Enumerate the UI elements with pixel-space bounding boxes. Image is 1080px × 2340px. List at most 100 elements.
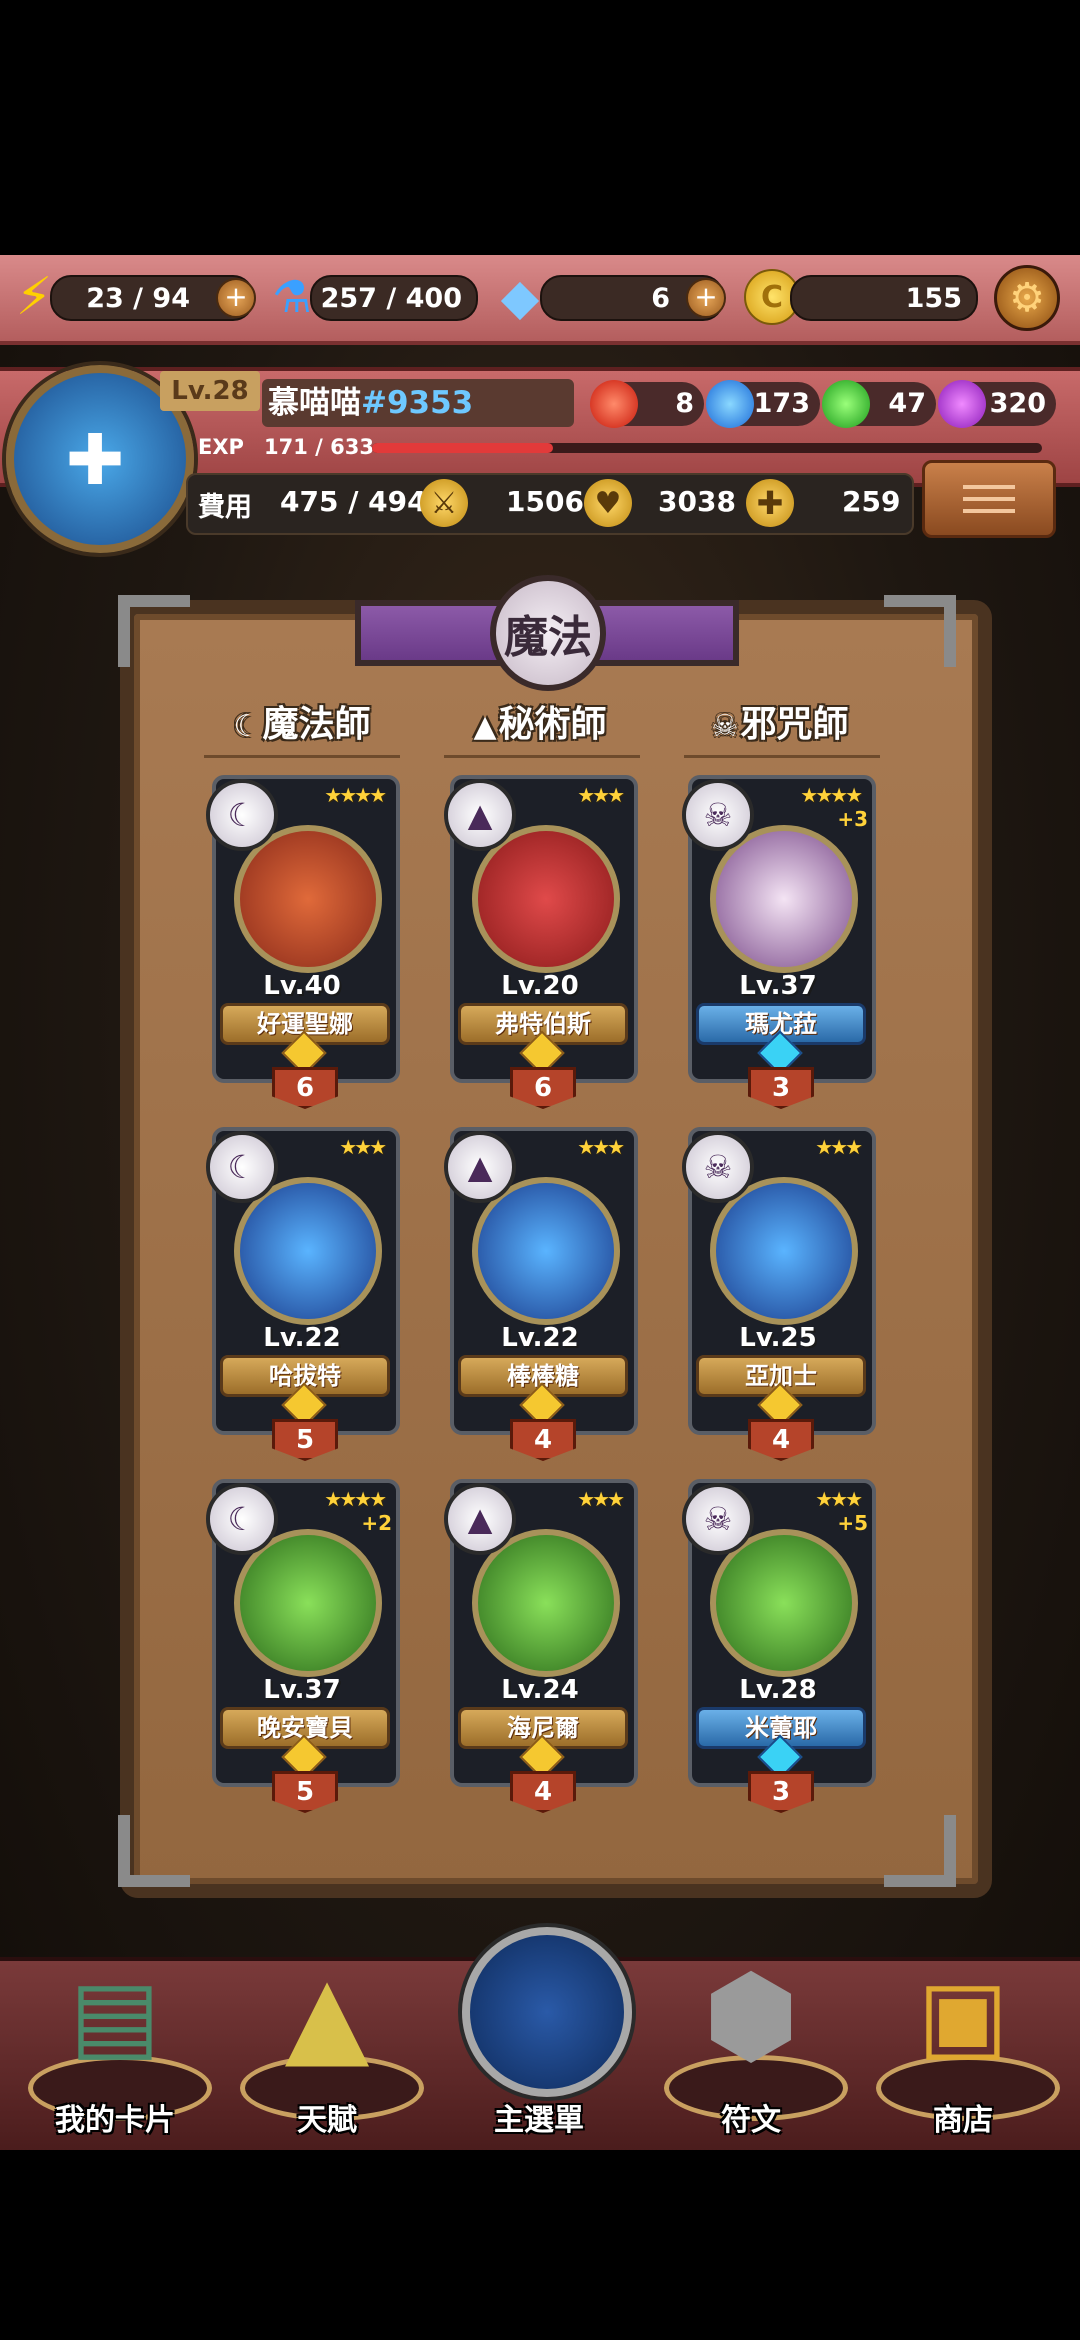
player-level: Lv.28	[160, 371, 260, 411]
column-divider	[204, 755, 400, 758]
fire-element-counter: 8	[590, 380, 704, 428]
panel-corner-top-left	[118, 595, 190, 667]
nav-runes[interactable]: ⬢ 符文	[656, 1945, 848, 2145]
player-tag: #9353	[361, 385, 474, 421]
skull-icon: ☠	[682, 1483, 754, 1555]
wizard-icon: ☾	[206, 1483, 278, 1555]
card-level: Lv.24	[501, 1675, 579, 1705]
nav-main-menu[interactable]: 主選單	[444, 1927, 634, 2145]
witch-hat-icon: ▲	[444, 1131, 516, 1203]
gold-counter: 155	[790, 275, 978, 321]
add-energy-button[interactable]: +	[216, 278, 256, 318]
settings-gear-icon[interactable]: ⚙	[994, 265, 1060, 331]
card-level: Lv.40	[263, 971, 341, 1001]
game-screen: ⚡ 23 / 94 + ⚗ 257 / 400 ◆ 6 + C 155 ⚙ ✚ …	[0, 255, 1080, 2150]
witch-hat-icon: ▲	[444, 779, 516, 851]
potion-value: 257 / 400	[320, 283, 462, 314]
hero-card[interactable]: ☠ ★★★★ +3 Lv.37 瑪尤菈 3	[680, 775, 876, 1109]
player-name: 慕喵喵	[268, 385, 361, 421]
nav-label: 商店	[933, 2103, 993, 2138]
hero-card[interactable]: ▲ ★★★ Lv.22 棒棒糖 4	[442, 1127, 638, 1461]
card-cost: 4	[510, 1771, 576, 1813]
hero-card[interactable]: ▲ ★★★ Lv.20 弗特伯斯 6	[442, 775, 638, 1109]
nav-label: 主選單	[494, 2103, 584, 2138]
card-level: Lv.22	[501, 1323, 579, 1353]
enhance-bonus: +3	[837, 807, 868, 831]
hero-card[interactable]: ☾ ★★★★ Lv.40 好運聖娜 6	[204, 775, 400, 1109]
hero-card[interactable]: ☾ ★★★ Lv.22 哈拔特 5	[204, 1127, 400, 1461]
nav-shop[interactable]: ▣ 商店	[868, 1945, 1060, 2145]
card-level: Lv.28	[739, 1675, 817, 1705]
exp-fill	[372, 443, 553, 453]
cost-value: 475 / 494	[280, 485, 427, 518]
rune-stone-icon: ⬢	[702, 1951, 800, 2079]
star-rating: ★★★★	[324, 783, 387, 807]
potion-counter: 257 / 400	[310, 275, 478, 321]
star-rating: ★★★	[577, 783, 625, 807]
card-level: Lv.25	[739, 1323, 817, 1353]
star-rating: ★★★	[339, 1135, 387, 1159]
enhance-bonus: +2	[361, 1511, 392, 1535]
exp-value: 171 / 633	[264, 435, 374, 459]
card-cost: 6	[510, 1067, 576, 1109]
player-name-box[interactable]: 慕喵喵#9353	[262, 379, 574, 427]
skull-icon: ☠	[682, 779, 754, 851]
dark-element-counter: 320	[938, 380, 1056, 428]
gold-value: 155	[905, 283, 962, 314]
card-level: Lv.37	[263, 1675, 341, 1705]
treasure-chest-icon: ▣	[917, 1959, 1009, 2071]
nature-element-counter: 47	[822, 380, 936, 428]
exp-bar: EXP 171 / 633	[192, 435, 1052, 461]
card-cost: 5	[272, 1771, 338, 1813]
lightning-icon: ⚡	[15, 267, 53, 327]
exp-label: EXP	[198, 435, 244, 459]
hero-card[interactable]: ☾ ★★★★ +2 Lv.37 晚安寶貝 5	[204, 1479, 400, 1813]
star-rating: ★★★	[577, 1487, 625, 1511]
panel-corner-top-right	[884, 595, 956, 667]
panel-corner-bottom-left	[118, 1815, 190, 1887]
panel-title: 魔法	[504, 612, 592, 663]
card-cost: 4	[510, 1419, 576, 1461]
star-rating: ★★★	[815, 1487, 863, 1511]
enhance-bonus: +5	[837, 1511, 868, 1535]
diamond-value: 6	[651, 283, 670, 314]
star-rating: ★★★★	[324, 1487, 387, 1511]
card-level: Lv.20	[501, 971, 579, 1001]
card-level: Lv.22	[263, 1323, 341, 1353]
column-header-arcanist: ▲秘術師	[473, 704, 607, 745]
panel-title-badge: 魔法	[490, 575, 606, 691]
hamburger-menu-button[interactable]	[922, 460, 1056, 538]
skull-icon: ☠	[711, 709, 739, 744]
hero-card[interactable]: ☠ ★★★ +5 Lv.28 米蕾耶 3	[680, 1479, 876, 1813]
energy-value: 23 / 94	[86, 283, 190, 314]
column-divider	[684, 755, 880, 758]
nav-label: 我的卡片	[55, 2103, 175, 2138]
stats-bar: 費用 475 / 494 ⚔ 1506 ♥ 3038 ✚ 259	[186, 473, 914, 535]
cost-label: 費用	[198, 492, 252, 523]
wizard-icon: ☾	[206, 1131, 278, 1203]
wizard-icon: ☾	[206, 779, 278, 851]
witch-hat-icon: ▲	[473, 709, 497, 744]
hero-card[interactable]: ☠ ★★★ Lv.25 亞加士 4	[680, 1127, 876, 1461]
potion-icon: ⚗	[272, 271, 312, 323]
talent-triangle-icon: ▲	[284, 1951, 370, 2079]
avatar-priest-icon: ✚	[65, 419, 125, 501]
wizard-icon: ☾	[233, 709, 261, 744]
card-cost: 3	[748, 1771, 814, 1813]
card-level: Lv.37	[739, 971, 817, 1001]
nav-talent[interactable]: ▲ 天賦	[232, 1945, 424, 2145]
hero-card[interactable]: ▲ ★★★ Lv.24 海尼爾 4	[442, 1479, 638, 1813]
nav-label: 天賦	[297, 2103, 357, 2138]
cards-stack-icon: ▤	[69, 1959, 161, 2071]
nature-orb-icon	[822, 380, 870, 428]
resource-bar: ⚡ 23 / 94 + ⚗ 257 / 400 ◆ 6 + C 155 ⚙	[0, 255, 1080, 345]
nav-my-cards[interactable]: ▤ 我的卡片	[20, 1945, 212, 2145]
star-rating: ★★★	[815, 1135, 863, 1159]
star-rating: ★★★	[577, 1135, 625, 1159]
card-cost: 6	[272, 1067, 338, 1109]
add-diamond-button[interactable]: +	[686, 278, 726, 318]
heal-cross-icon: ✚	[746, 479, 794, 527]
attack-value: 1506	[506, 485, 584, 518]
dark-orb-icon	[938, 380, 986, 428]
panel-corner-bottom-right	[884, 1815, 956, 1887]
